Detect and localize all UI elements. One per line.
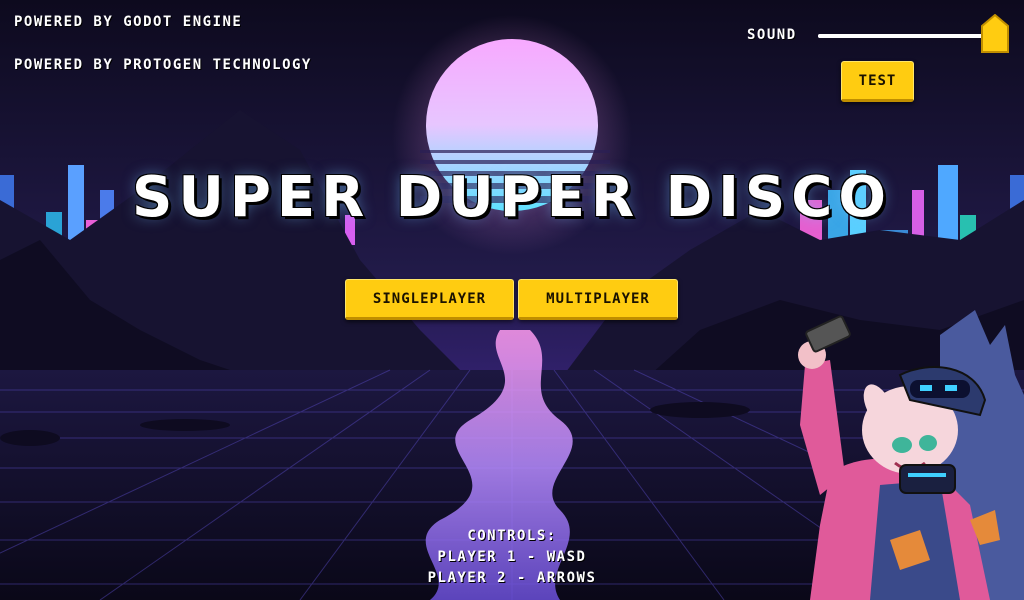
sound-label: SOUND bbox=[747, 27, 797, 43]
singleplayer-button[interactable]: SINGLEPLAYER bbox=[345, 279, 514, 320]
protogen-character-illustration bbox=[798, 310, 1024, 600]
sound-slider-handle[interactable] bbox=[981, 14, 1009, 54]
sound-slider-fill bbox=[818, 34, 986, 38]
test-sound-button[interactable]: TEST bbox=[841, 61, 914, 102]
credit-godot: POWERED BY GODOT ENGINE bbox=[14, 14, 243, 30]
credit-protogen: POWERED BY PROTOGEN TECHNOLOGY bbox=[14, 57, 312, 73]
multiplayer-button[interactable]: MULTIPLAYER bbox=[518, 279, 678, 320]
sound-slider[interactable] bbox=[818, 34, 986, 38]
game-title: SUPER DUPER DISCO bbox=[132, 165, 892, 230]
